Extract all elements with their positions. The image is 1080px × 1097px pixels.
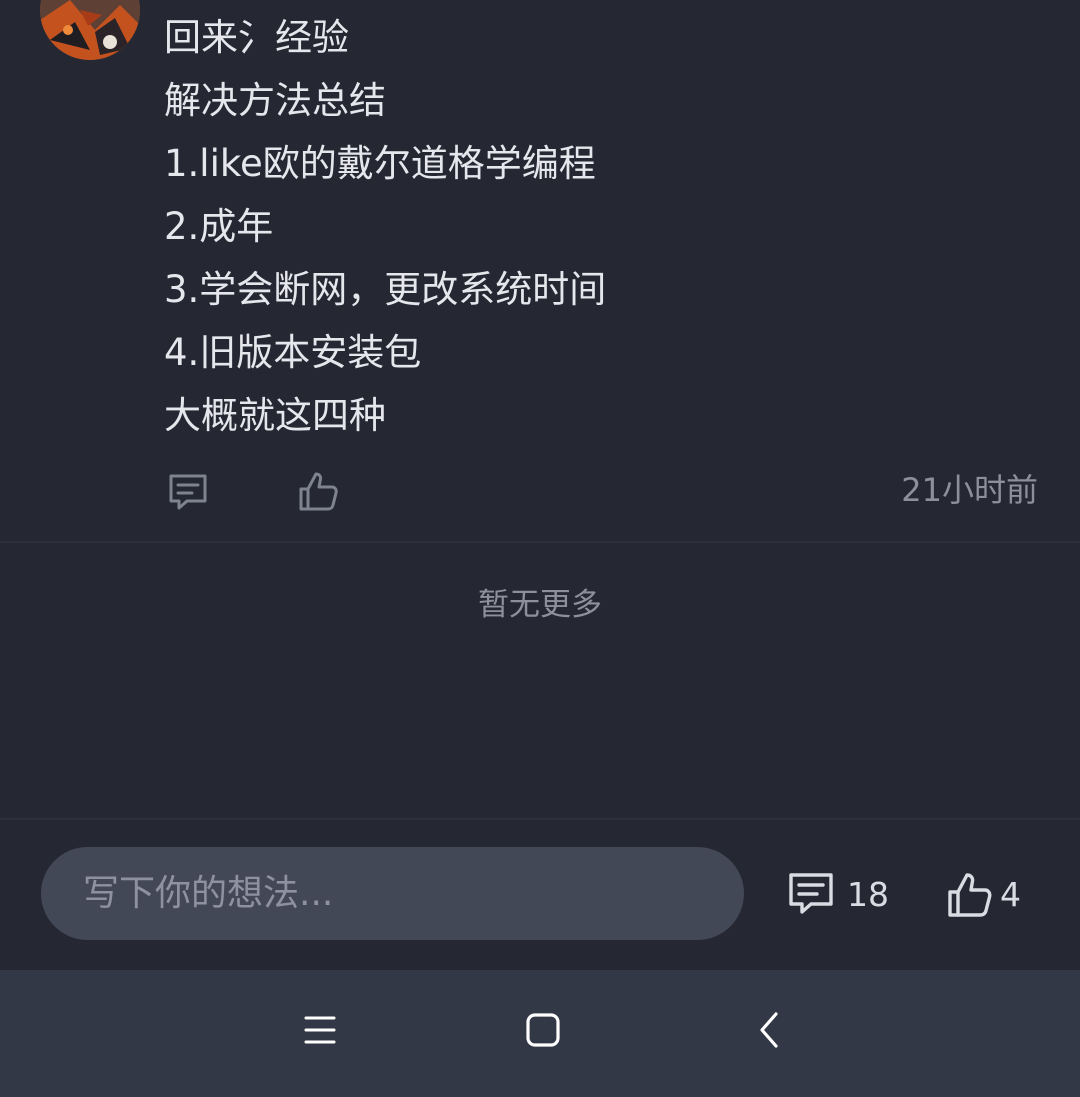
comment-bubble-icon (169, 474, 207, 510)
comments-count: 18 (847, 875, 889, 914)
comment-line: 回来氵经验 (164, 16, 349, 59)
end-of-list-text: 暂无更多 (478, 587, 602, 623)
comment-composer-bar: 18 4 (0, 820, 1080, 970)
menu-icon (304, 1016, 336, 1044)
home-icon (526, 1013, 560, 1047)
comment-line: 解决方法总结 (164, 79, 386, 122)
user-avatar[interactable] (40, 0, 140, 60)
comment-timestamp: 21小时前 (901, 471, 1038, 509)
thumbs-up-icon (299, 472, 338, 511)
comment-input[interactable] (83, 847, 703, 940)
comment-bubble-icon (789, 873, 833, 914)
comments-count-button[interactable]: 18 (787, 870, 897, 920)
comment-line: 大概就这四种 (164, 394, 386, 437)
back-icon (760, 1012, 778, 1048)
comment-line: 3.学会断网，更改系统时间 (164, 268, 607, 311)
reply-button[interactable] (165, 468, 211, 514)
system-nav-bar (0, 970, 1080, 1097)
recent-apps-button[interactable] (300, 1010, 340, 1050)
app-screen: 回来氵经验 解决方法总结 1.like欧的戴尔道格学编程 2.成年 3.学会断网… (0, 0, 1080, 1097)
comment-input-container[interactable] (41, 847, 744, 940)
comment-line: 4.旧版本安装包 (164, 331, 422, 374)
back-button[interactable] (750, 1010, 790, 1050)
comment-line: 1.like欧的戴尔道格学编程 (164, 142, 596, 185)
home-button[interactable] (523, 1010, 563, 1050)
comment-line: 2.成年 (164, 205, 274, 248)
comment-like-button[interactable] (296, 468, 342, 514)
thumbs-up-icon (948, 873, 992, 917)
comment-body: 回来氵经验 解决方法总结 1.like欧的戴尔道格学编程 2.成年 3.学会断网… (164, 6, 1044, 447)
comment-actions: 21小时前 (0, 466, 1080, 516)
divider (0, 541, 1080, 543)
like-count: 4 (1000, 875, 1021, 914)
like-count-button[interactable]: 4 (946, 870, 1036, 920)
